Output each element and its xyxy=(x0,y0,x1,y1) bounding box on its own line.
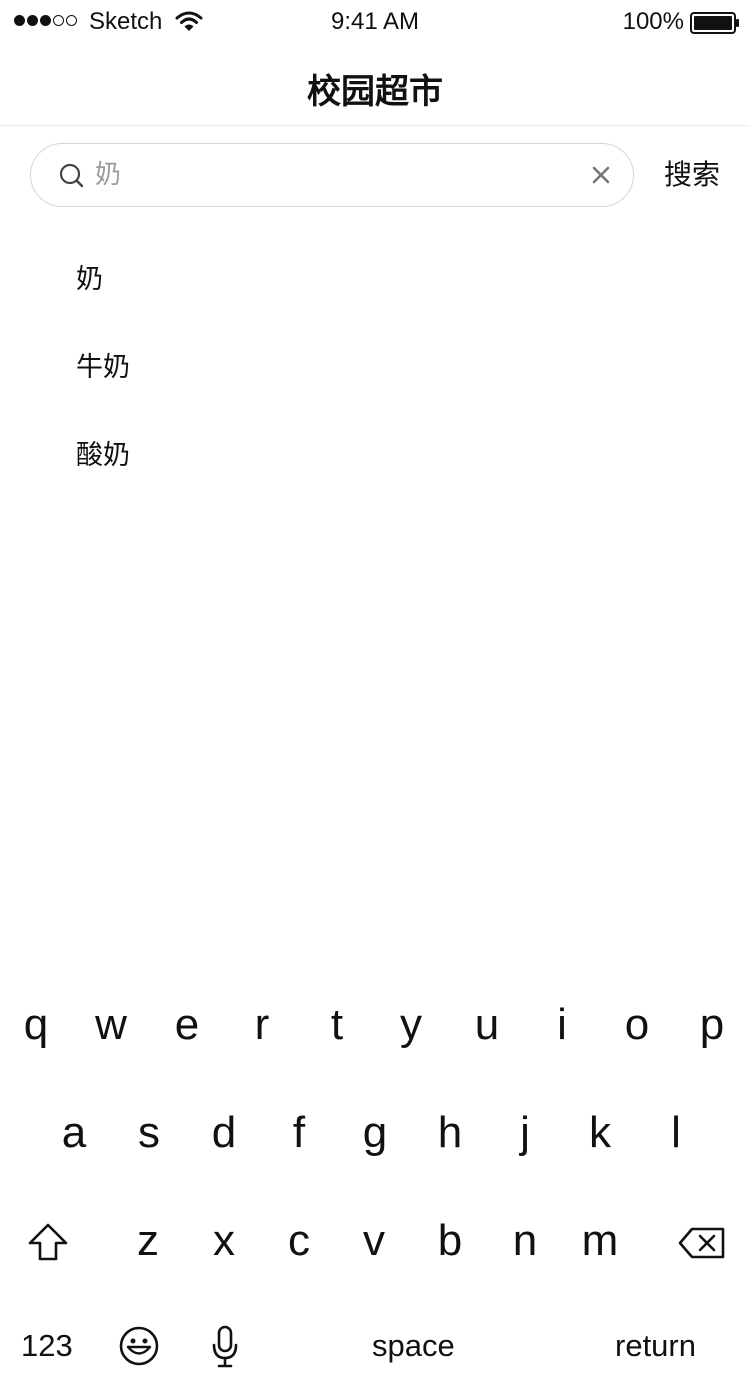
page-title: 校园超市 xyxy=(307,72,443,112)
key-j[interactable]: j xyxy=(495,1093,555,1173)
key-v[interactable]: v xyxy=(344,1201,404,1281)
emoji-icon[interactable] xyxy=(119,1326,159,1366)
search-icon xyxy=(59,163,84,188)
key-t[interactable]: t xyxy=(307,985,367,1065)
key-r[interactable]: r xyxy=(232,985,292,1065)
suggestion-item[interactable]: 牛奶 xyxy=(76,348,130,436)
battery-icon xyxy=(690,12,739,34)
key-o[interactable]: o xyxy=(607,985,667,1065)
search-button[interactable]: 搜索 xyxy=(664,155,720,195)
key-a[interactable]: a xyxy=(44,1093,104,1173)
key-m[interactable]: m xyxy=(570,1201,630,1281)
key-k[interactable]: k xyxy=(570,1093,630,1173)
key-w[interactable]: w xyxy=(81,985,141,1065)
delete-icon[interactable] xyxy=(678,1227,726,1259)
space-key[interactable]: space xyxy=(372,1316,455,1376)
suggestion-item[interactable]: 酸奶 xyxy=(76,436,130,524)
key-h[interactable]: h xyxy=(420,1093,480,1173)
key-l[interactable]: l xyxy=(646,1093,706,1173)
key-g[interactable]: g xyxy=(345,1093,405,1173)
key-u[interactable]: u xyxy=(457,985,517,1065)
keyboard: q w e r t y u i o p a s d f g h j k l z … xyxy=(0,985,750,1396)
key-q[interactable]: q xyxy=(6,985,66,1065)
key-s[interactable]: s xyxy=(119,1093,179,1173)
suggestion-item[interactable]: 奶 xyxy=(76,260,130,348)
status-bar: Sketch 9:41 AM 100% xyxy=(0,0,750,46)
key-n[interactable]: n xyxy=(495,1201,555,1281)
suggestion-list: 奶 牛奶 酸奶 xyxy=(76,260,130,524)
return-key[interactable]: return xyxy=(615,1316,696,1376)
numbers-key[interactable]: 123 xyxy=(21,1316,73,1376)
key-y[interactable]: y xyxy=(381,985,441,1065)
battery-percent: 100% xyxy=(622,8,684,35)
clear-icon[interactable] xyxy=(592,166,610,184)
key-d[interactable]: d xyxy=(194,1093,254,1173)
key-x[interactable]: x xyxy=(194,1201,254,1281)
key-p[interactable]: p xyxy=(682,985,742,1065)
search-input[interactable]: 奶 xyxy=(95,144,121,206)
key-c[interactable]: c xyxy=(269,1201,329,1281)
key-i[interactable]: i xyxy=(532,985,592,1065)
shift-icon[interactable] xyxy=(27,1222,69,1262)
microphone-icon[interactable] xyxy=(211,1325,239,1369)
key-z[interactable]: z xyxy=(118,1201,178,1281)
key-b[interactable]: b xyxy=(420,1201,480,1281)
key-e[interactable]: e xyxy=(157,985,217,1065)
nav-bar: 校园超市 xyxy=(0,46,750,126)
search-field[interactable]: 奶 xyxy=(30,143,634,207)
key-f[interactable]: f xyxy=(269,1093,329,1173)
